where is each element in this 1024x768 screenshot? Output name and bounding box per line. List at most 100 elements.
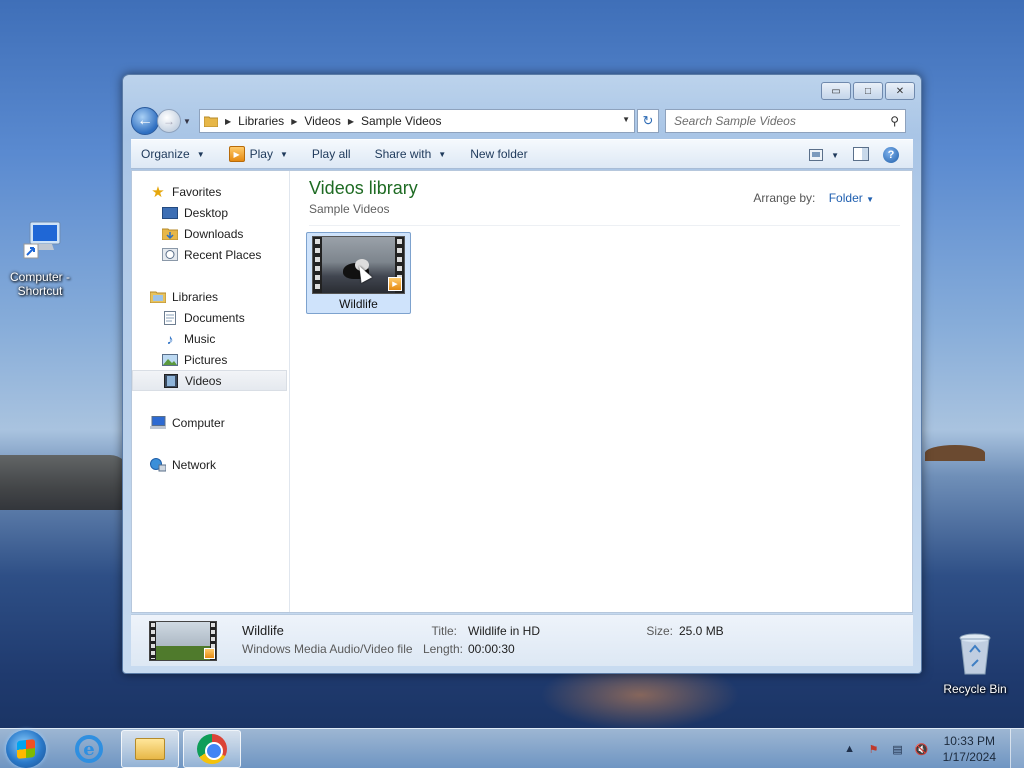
share-with-menu[interactable]: Share with ▼	[375, 147, 447, 161]
nav-label: Music	[184, 331, 216, 346]
show-hidden-icons-button[interactable]: ▲	[841, 743, 859, 755]
nav-item-pictures[interactable]: Pictures	[132, 349, 289, 370]
show-desktop-button[interactable]	[1010, 729, 1024, 768]
taskbar: e ▲ ⚑ ▤ 🔇 10:33 PM 1/17/2024	[0, 728, 1024, 768]
network-status-icon[interactable]: ▤	[889, 743, 907, 756]
taskbar-windows-explorer[interactable]	[121, 730, 179, 768]
computer-icon	[150, 415, 166, 430]
breadcrumb-separator-icon: ▶	[291, 116, 298, 126]
nav-label: Downloads	[184, 226, 244, 241]
file-tile-wildlife[interactable]: ▶ Wildlife	[306, 232, 411, 314]
windows-explorer-icon	[135, 738, 165, 760]
volume-muted-icon[interactable]: 🔇	[913, 743, 931, 756]
nav-item-favorites[interactable]: ★ Favorites	[132, 181, 289, 202]
breadcrumb-separator-icon: ▶	[347, 116, 354, 126]
recent-pages-dropdown[interactable]: ▼	[183, 117, 195, 126]
change-view-button[interactable]: ▼	[809, 149, 839, 161]
nav-label: Pictures	[184, 352, 228, 367]
details-file-name: Wildlife	[242, 623, 284, 638]
nav-label: Documents	[184, 310, 245, 325]
details-title-value[interactable]: Wildlife in HD	[468, 624, 540, 638]
main-area: ★ Favorites Desktop Downloads Recent Plac…	[131, 170, 913, 613]
chevron-down-icon: ▼	[196, 149, 205, 159]
taskbar-internet-explorer[interactable]: e	[60, 730, 118, 768]
help-icon[interactable]: ?	[883, 147, 899, 163]
address-dropdown-icon[interactable]: ▼	[622, 115, 630, 124]
forward-button[interactable]: →	[157, 109, 181, 133]
clock-time: 10:33 PM	[943, 734, 995, 748]
preview-pane-button[interactable]	[853, 146, 869, 164]
minimize-icon: ▭	[831, 85, 841, 97]
nav-label: Desktop	[184, 205, 229, 220]
address-bar[interactable]: ▶ Libraries ▶ Videos ▶ Sample Videos ▼	[199, 109, 635, 133]
videos-icon	[163, 373, 179, 388]
new-folder-label: New folder	[470, 147, 528, 161]
computer-icon	[16, 218, 64, 266]
desktop-icon-recycle-bin[interactable]: Recycle Bin	[935, 630, 1015, 696]
desktop-icon-computer-shortcut[interactable]: Computer - Shortcut	[0, 218, 80, 298]
search-input[interactable]: Search Sample Videos ⚲	[665, 109, 906, 133]
arrange-by-dropdown[interactable]: Folder ▼	[829, 191, 874, 205]
network-icon	[150, 457, 166, 472]
back-button[interactable]: ←	[131, 107, 159, 135]
desktop-wallpaper-rocks	[0, 455, 130, 510]
play-label: Play	[249, 147, 273, 161]
play-all-button[interactable]: Play all	[312, 147, 351, 161]
internet-explorer-icon: e	[75, 735, 103, 763]
nav-label: Recent Places	[184, 247, 262, 262]
arrange-by: Arrange by: Folder ▼	[753, 191, 874, 205]
command-bar: Organize ▼ ▶ Play ▼ Play all Share with ▼ Ne…	[131, 139, 913, 169]
organize-menu[interactable]: Organize ▼	[141, 147, 205, 161]
play-button[interactable]: ▶ Play ▼	[228, 146, 288, 162]
breadcrumb-libraries[interactable]: Libraries	[238, 114, 284, 128]
nav-label: Videos	[185, 373, 222, 388]
search-placeholder: Search Sample Videos	[674, 114, 796, 128]
chevron-down-icon: ▼	[183, 116, 191, 126]
new-folder-button[interactable]: New folder	[470, 147, 527, 161]
refresh-button[interactable]: ↻	[637, 109, 659, 133]
close-icon: ✕	[895, 85, 905, 97]
downloads-folder-icon	[162, 227, 178, 241]
breadcrumb-videos[interactable]: Videos	[304, 114, 340, 128]
close-button[interactable]: ✕	[885, 82, 915, 100]
search-icon[interactable]: ⚲	[890, 114, 899, 128]
nav-item-desktop[interactable]: Desktop	[132, 202, 289, 223]
nav-item-network[interactable]: Network	[132, 454, 289, 475]
nav-item-downloads[interactable]: Downloads	[132, 223, 289, 244]
nav-item-videos[interactable]: Videos	[132, 370, 287, 391]
recent-places-icon	[162, 248, 178, 262]
library-title: Videos library	[309, 178, 418, 198]
nav-item-music[interactable]: ♪ Music	[132, 328, 289, 349]
window-controls: ▭ □ ✕	[821, 82, 915, 100]
nav-item-documents[interactable]: Documents	[132, 307, 289, 328]
play-all-label: Play all	[311, 147, 351, 161]
navigation-bar: ← → ▼ ▶ Libraries ▶ Videos ▶ Sample Vide…	[131, 107, 913, 135]
libraries-icon	[150, 290, 166, 304]
nav-item-libraries[interactable]: Libraries	[132, 286, 289, 307]
share-with-label: Share with	[374, 147, 432, 161]
details-file-type: Windows Media Audio/Video file	[242, 642, 413, 656]
clock-date: 1/17/2024	[942, 750, 996, 764]
nav-label: Network	[172, 457, 217, 472]
chevron-down-icon: ▼	[438, 149, 447, 159]
organize-label: Organize	[141, 147, 190, 161]
details-length-value: 00:00:30	[468, 642, 515, 656]
chevron-down-icon: ▼	[866, 195, 874, 204]
breadcrumb-sample-videos[interactable]: Sample Videos	[361, 114, 442, 128]
nav-item-recent-places[interactable]: Recent Places	[132, 244, 289, 265]
music-icon: ♪	[166, 330, 174, 347]
arrange-by-value: Folder	[828, 191, 863, 205]
minimize-button[interactable]: ▭	[821, 82, 851, 100]
clock[interactable]: 10:33 PM 1/17/2024	[943, 733, 996, 765]
divider	[309, 225, 900, 226]
start-button[interactable]	[6, 730, 46, 768]
nav-item-computer[interactable]: Computer	[132, 412, 289, 433]
taskbar-chrome[interactable]	[183, 730, 241, 768]
action-center-flag-icon[interactable]: ⚑	[865, 743, 883, 756]
maximize-button[interactable]: □	[853, 82, 883, 100]
nav-label: Libraries	[172, 289, 219, 304]
file-list-area: Videos library Sample Videos Arrange by:…	[291, 171, 912, 612]
view-icon	[809, 149, 824, 161]
explorer-window: ▭ □ ✕ ← → ▼ ▶ Libraries ▶ Videos ▶ Sampl…	[122, 74, 922, 674]
refresh-icon: ↻	[642, 113, 654, 128]
